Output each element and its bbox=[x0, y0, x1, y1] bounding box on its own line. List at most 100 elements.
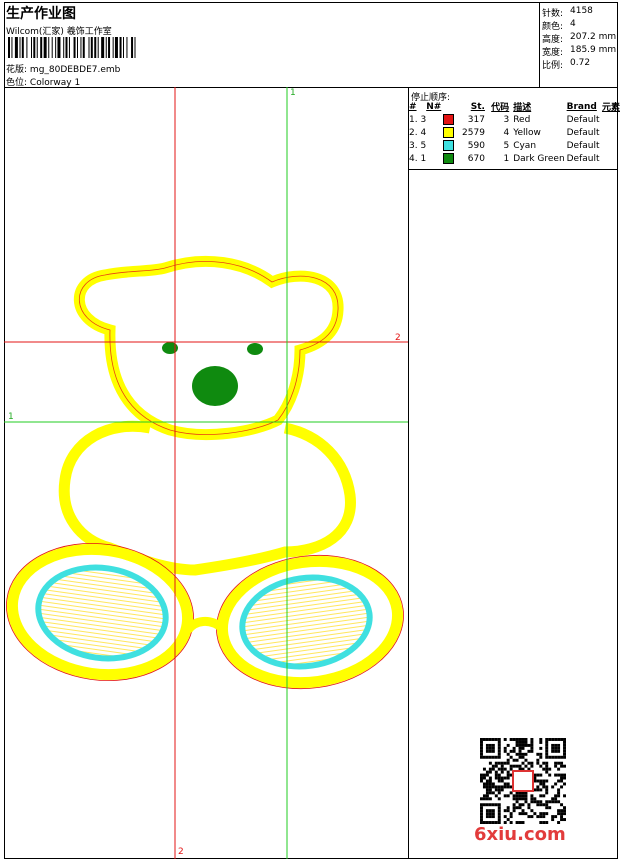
qr-module bbox=[530, 740, 534, 744]
qr-module bbox=[563, 755, 566, 759]
qr-module bbox=[545, 767, 549, 771]
qr-module bbox=[530, 743, 534, 747]
stat-value: 0.72 bbox=[570, 58, 591, 68]
qr-module bbox=[515, 794, 519, 798]
barcode-bar bbox=[8, 37, 10, 58]
qr-module bbox=[518, 806, 522, 810]
qr-module bbox=[500, 767, 504, 771]
qr-module bbox=[524, 797, 528, 801]
qr-module bbox=[497, 788, 501, 792]
qr-module bbox=[480, 738, 483, 741]
qr-module bbox=[539, 740, 543, 744]
col-header-element: 元素 bbox=[601, 103, 620, 113]
qr-module bbox=[497, 791, 501, 795]
qr-module bbox=[542, 803, 546, 807]
qr-module bbox=[536, 815, 540, 819]
qr-module bbox=[491, 815, 495, 819]
qr-module bbox=[512, 746, 516, 750]
col-header-description: 描述 bbox=[513, 103, 532, 113]
qr-module bbox=[497, 761, 501, 765]
table-row: 4. 1 670 1 Dark Green Default bbox=[409, 152, 620, 165]
qr-module bbox=[563, 794, 566, 798]
qr-module bbox=[480, 776, 483, 780]
row-brand: Default bbox=[566, 153, 600, 164]
qr-module bbox=[485, 812, 489, 816]
qr-module bbox=[494, 803, 498, 807]
qr-module bbox=[494, 738, 498, 741]
qr-module bbox=[539, 794, 543, 798]
qr-module bbox=[545, 740, 549, 744]
stat-label: 颜色: bbox=[542, 22, 564, 32]
qr-module bbox=[539, 755, 543, 759]
qr-module bbox=[482, 785, 486, 789]
qr-module bbox=[491, 782, 495, 786]
qr-module bbox=[488, 791, 492, 795]
qr-module bbox=[563, 740, 566, 744]
qr-module bbox=[524, 764, 528, 768]
qr-module bbox=[533, 812, 537, 816]
qr-module bbox=[554, 743, 558, 747]
qr-module bbox=[563, 809, 566, 813]
barcode-bar bbox=[88, 37, 90, 58]
qr-module bbox=[524, 738, 528, 741]
qr-module bbox=[515, 740, 519, 744]
qr-module bbox=[512, 764, 516, 768]
qr-module bbox=[557, 800, 561, 804]
qr-module bbox=[494, 755, 498, 759]
qr-module bbox=[554, 761, 558, 765]
stat-scale: 比例: 0.72 bbox=[542, 58, 590, 71]
qr-module bbox=[488, 779, 492, 783]
qr-module bbox=[497, 740, 501, 744]
barcode-image bbox=[8, 37, 136, 58]
barcode-bar bbox=[11, 37, 13, 58]
barcode-bar bbox=[112, 37, 114, 58]
qr-module bbox=[518, 743, 522, 747]
qr-module bbox=[485, 788, 489, 792]
qr-module bbox=[509, 738, 513, 741]
row-description: Red bbox=[513, 114, 531, 125]
qr-module bbox=[530, 794, 534, 798]
qr-module bbox=[480, 746, 483, 750]
qr-module bbox=[551, 738, 555, 741]
qr-module bbox=[518, 749, 522, 753]
qr-module bbox=[524, 812, 528, 816]
qr-module bbox=[497, 803, 501, 807]
row-code: 4 bbox=[503, 127, 510, 138]
qr-module bbox=[482, 803, 486, 807]
qr-module bbox=[497, 743, 501, 747]
qr-module bbox=[539, 812, 543, 816]
barcode-bar bbox=[94, 37, 97, 58]
table-row: 2. 4 2579 4 Yellow Default bbox=[409, 126, 620, 139]
qr-module bbox=[521, 755, 525, 759]
qr-module bbox=[506, 782, 510, 786]
qr-module bbox=[557, 779, 561, 783]
barcode-bar bbox=[101, 37, 105, 58]
qr-module bbox=[485, 743, 489, 747]
right-foot-pad bbox=[239, 574, 373, 670]
qr-module bbox=[494, 776, 498, 780]
qr-module bbox=[497, 779, 501, 783]
qr-module bbox=[500, 764, 504, 768]
qr-module bbox=[506, 776, 510, 780]
qr-module bbox=[554, 794, 558, 798]
row-stitches: 317 bbox=[467, 114, 485, 125]
qr-module bbox=[497, 776, 501, 780]
qr-module bbox=[518, 738, 522, 741]
qr-module bbox=[497, 746, 501, 750]
qr-module bbox=[551, 797, 555, 801]
qr-module bbox=[539, 773, 543, 777]
row-description: Cyan bbox=[513, 140, 537, 151]
qr-module bbox=[485, 797, 489, 801]
barcode-bar bbox=[48, 37, 50, 58]
qr-module bbox=[563, 764, 566, 768]
row-code: 1 bbox=[503, 153, 510, 164]
qr-module bbox=[494, 770, 498, 774]
qr-module bbox=[518, 794, 522, 798]
qr-module bbox=[494, 761, 498, 765]
qr-module bbox=[563, 818, 566, 822]
qr-module bbox=[515, 758, 519, 762]
qr-module bbox=[560, 776, 564, 780]
qr-module bbox=[480, 773, 483, 777]
qr-module bbox=[488, 785, 492, 789]
qr-module bbox=[548, 738, 552, 741]
